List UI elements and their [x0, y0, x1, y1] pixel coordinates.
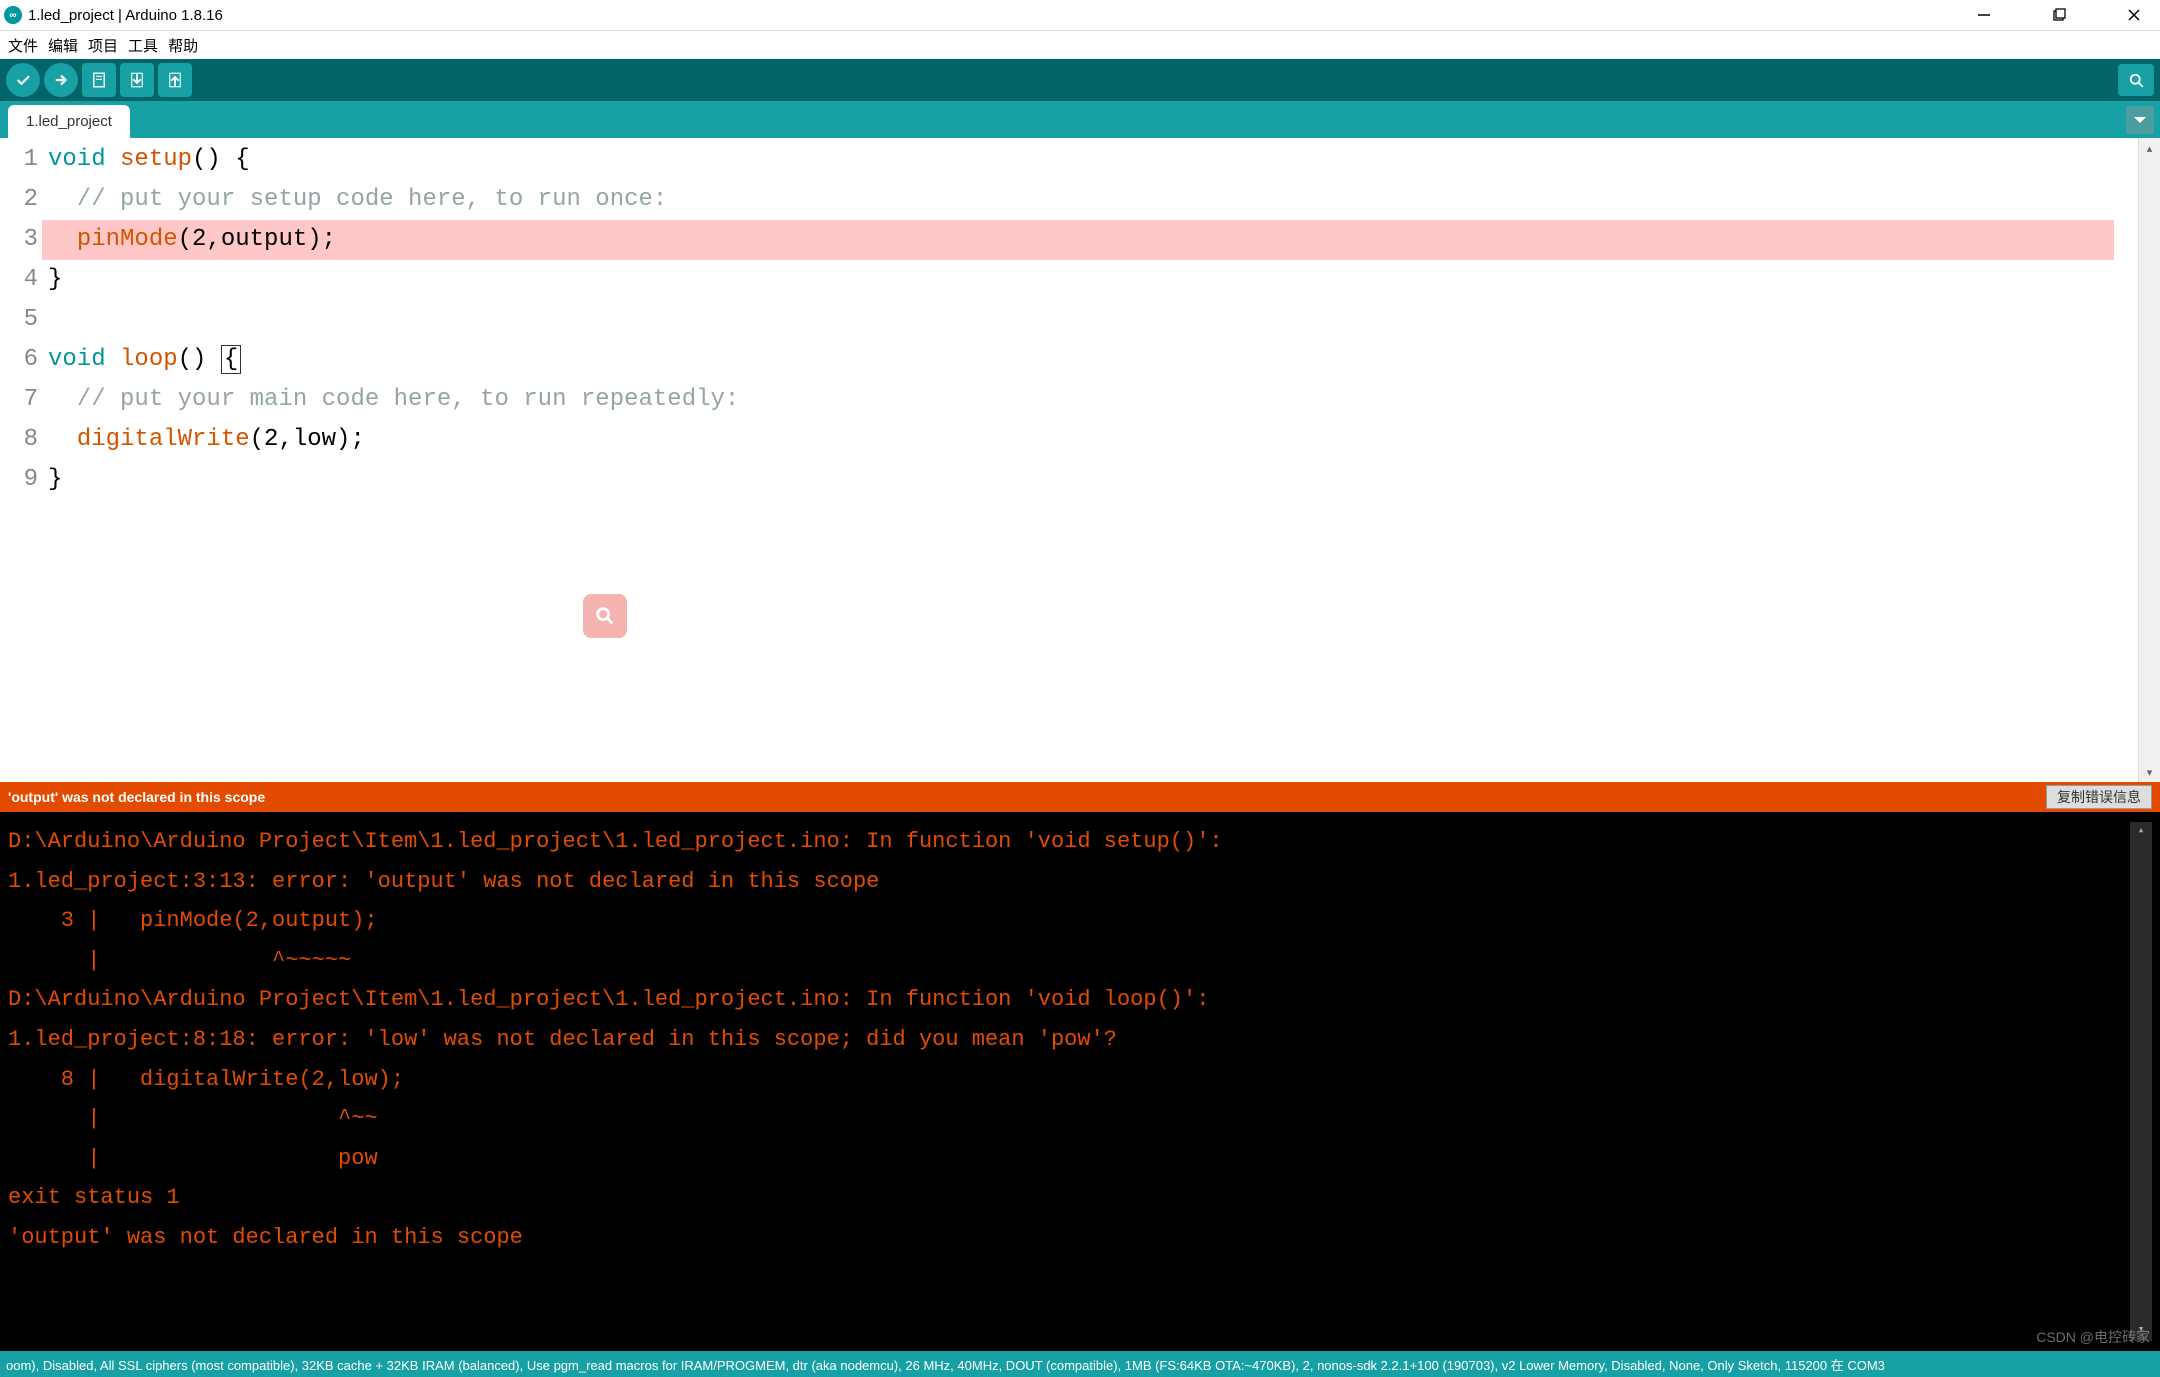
menu-tools[interactable]: 工具 [124, 33, 162, 58]
tab-sketch[interactable]: 1.led_project [8, 105, 130, 138]
board-info: oom), Disabled, All SSL ciphers (most co… [6, 1355, 1885, 1374]
toolbar [0, 59, 2160, 101]
cursor-position: { [221, 345, 241, 374]
menubar: 文件 编辑 项目 工具 帮助 [0, 31, 2160, 59]
window-title: 1.led_project | Arduino 1.8.16 [28, 7, 1961, 24]
scroll-up-icon[interactable]: ▴ [2130, 822, 2152, 842]
code-area[interactable]: void setup() { // put your setup code he… [48, 138, 2138, 782]
open-sketch-button[interactable] [120, 63, 154, 97]
code-editor[interactable]: 1 2 3 4 5 6 7 8 9 void setup() { // put … [0, 138, 2160, 782]
search-icon[interactable] [583, 594, 627, 638]
error-highlight-line: pinMode(2,output); [42, 220, 2114, 260]
menu-edit[interactable]: 编辑 [44, 33, 82, 58]
error-message: 'output' was not declared in this scope [8, 789, 265, 805]
verify-button[interactable] [6, 63, 40, 97]
error-status-bar: 'output' was not declared in this scope … [0, 782, 2160, 812]
line-number: 3 [0, 220, 38, 260]
close-button[interactable] [2111, 0, 2156, 30]
menu-project[interactable]: 项目 [84, 33, 122, 58]
copy-error-button[interactable]: 复制错误信息 [2046, 785, 2152, 809]
line-number: 6 [0, 340, 38, 380]
console-output[interactable]: D:\Arduino\Arduino Project\Item\1.led_pr… [8, 822, 2130, 1341]
serial-monitor-button[interactable] [2118, 64, 2154, 96]
watermark: CSDN @电控砖家 [2036, 1327, 2150, 1347]
menu-file[interactable]: 文件 [4, 33, 42, 58]
arduino-logo-icon: ∞ [4, 6, 22, 24]
scroll-up-icon[interactable]: ▴ [2139, 138, 2160, 158]
new-sketch-button[interactable] [82, 63, 116, 97]
compiler-console: D:\Arduino\Arduino Project\Item\1.led_pr… [0, 812, 2160, 1351]
scroll-down-icon[interactable]: ▾ [2139, 762, 2160, 782]
line-number: 1 [0, 140, 38, 180]
line-gutter: 1 2 3 4 5 6 7 8 9 [0, 138, 48, 782]
line-number: 7 [0, 380, 38, 420]
line-number: 4 [0, 260, 38, 300]
editor-scrollbar[interactable]: ▴ ▾ [2138, 138, 2160, 782]
line-number: 5 [0, 300, 38, 340]
line-number: 9 [0, 460, 38, 500]
tab-dropdown-button[interactable] [2126, 106, 2154, 134]
minimize-button[interactable] [1961, 0, 2006, 30]
menu-help[interactable]: 帮助 [164, 33, 202, 58]
upload-button[interactable] [44, 63, 78, 97]
line-number: 2 [0, 180, 38, 220]
statusbar: oom), Disabled, All SSL ciphers (most co… [0, 1351, 2160, 1377]
titlebar: ∞ 1.led_project | Arduino 1.8.16 [0, 0, 2160, 31]
line-number: 8 [0, 420, 38, 460]
maximize-button[interactable] [2036, 0, 2081, 30]
tabbar: 1.led_project [0, 101, 2160, 138]
save-sketch-button[interactable] [158, 63, 192, 97]
window-controls [1961, 0, 2156, 30]
console-scrollbar[interactable]: ▴ ▾ [2130, 822, 2152, 1341]
